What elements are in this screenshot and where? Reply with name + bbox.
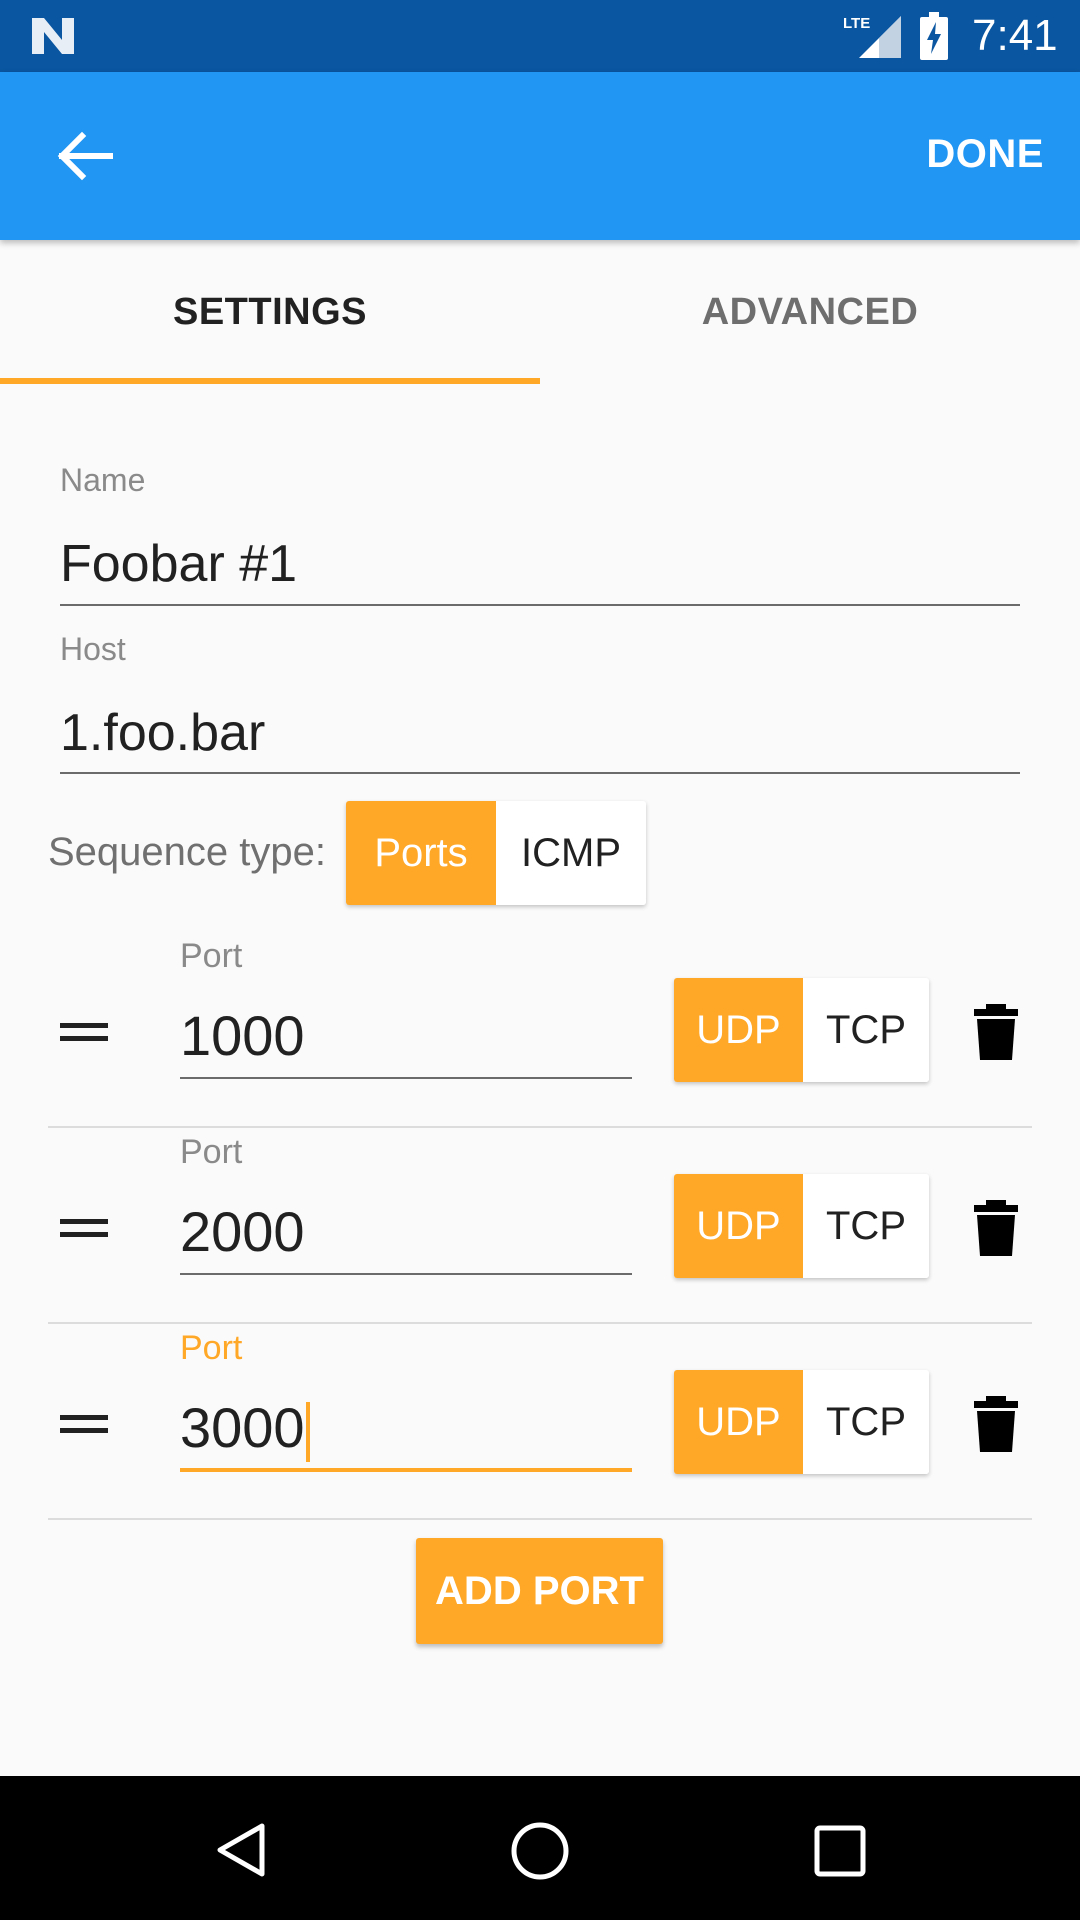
- port-row: Port 3000 UDP TCP: [0, 1324, 1080, 1520]
- host-underline: [60, 772, 1020, 774]
- add-port-button[interactable]: ADD PORT: [416, 1538, 663, 1644]
- port-label: Port: [180, 1329, 243, 1367]
- sequence-type-label: Sequence type:: [48, 830, 326, 874]
- sequence-type-toggle: Ports ICMP: [346, 801, 646, 905]
- tab-indicator: [0, 378, 540, 384]
- tab-advanced[interactable]: ADVANCED: [540, 240, 1080, 384]
- navigation-bar: [0, 1776, 1080, 1920]
- port-label: Port: [180, 1133, 243, 1171]
- sequence-icmp-option[interactable]: ICMP: [496, 801, 646, 905]
- port-underline: [180, 1077, 632, 1079]
- host-label: Host: [60, 631, 126, 667]
- text-cursor: [305, 1402, 310, 1463]
- port-input-focused[interactable]: 3000: [180, 1395, 310, 1463]
- protocol-toggle: UDP TCP: [674, 1174, 929, 1278]
- sequence-ports-option[interactable]: Ports: [346, 801, 496, 905]
- udp-option[interactable]: UDP: [674, 1174, 803, 1278]
- delete-icon[interactable]: [974, 1200, 1018, 1256]
- status-time: 7:41: [972, 11, 1058, 60]
- drag-handle-icon[interactable]: [60, 1415, 108, 1435]
- port-row: Port 2000 UDP TCP: [0, 1128, 1080, 1324]
- udp-option[interactable]: UDP: [674, 978, 803, 1082]
- back-triangle-icon[interactable]: [214, 1822, 266, 1878]
- screen: LTE 7:41 DONE SETTINGS ADVANCED Name Foo…: [0, 0, 1080, 1920]
- udp-option[interactable]: UDP: [674, 1370, 803, 1474]
- app-bar: DONE: [0, 72, 1080, 240]
- port-row: Port 1000 UDP TCP: [0, 932, 1080, 1128]
- home-circle-icon[interactable]: [510, 1821, 570, 1881]
- port-input-text: 3000: [180, 1396, 305, 1459]
- protocol-toggle: UDP TCP: [674, 1370, 929, 1474]
- port-input[interactable]: 1000: [180, 1003, 305, 1068]
- n-logo-icon: [32, 18, 74, 54]
- tab-settings[interactable]: SETTINGS: [0, 240, 540, 384]
- name-field[interactable]: Foobar #1: [60, 534, 297, 594]
- port-input[interactable]: 2000: [180, 1199, 305, 1264]
- tcp-option[interactable]: TCP: [803, 1370, 929, 1474]
- recents-square-icon[interactable]: [814, 1825, 866, 1877]
- port-label: Port: [180, 937, 243, 975]
- battery-charging-icon: [920, 12, 948, 60]
- port-underline-focused: [180, 1468, 632, 1472]
- drag-handle-icon[interactable]: [60, 1219, 108, 1239]
- lte-label: LTE: [843, 15, 870, 32]
- drag-handle-icon[interactable]: [60, 1023, 108, 1043]
- done-button[interactable]: DONE: [926, 132, 1044, 177]
- tcp-option[interactable]: TCP: [803, 1174, 929, 1278]
- tcp-option[interactable]: TCP: [803, 978, 929, 1082]
- port-underline: [180, 1273, 632, 1275]
- status-bar: LTE 7:41: [0, 0, 1080, 72]
- lte-signal-icon: LTE: [843, 15, 901, 58]
- tab-bar: SETTINGS ADVANCED: [0, 240, 1080, 384]
- name-underline: [60, 604, 1020, 606]
- delete-icon[interactable]: [974, 1396, 1018, 1452]
- arrow-back-icon[interactable]: [52, 124, 116, 188]
- name-label: Name: [60, 462, 146, 498]
- host-field[interactable]: 1.foo.bar: [60, 703, 265, 763]
- port-divider: [48, 1518, 1032, 1520]
- delete-icon[interactable]: [974, 1004, 1018, 1060]
- protocol-toggle: UDP TCP: [674, 978, 929, 1082]
